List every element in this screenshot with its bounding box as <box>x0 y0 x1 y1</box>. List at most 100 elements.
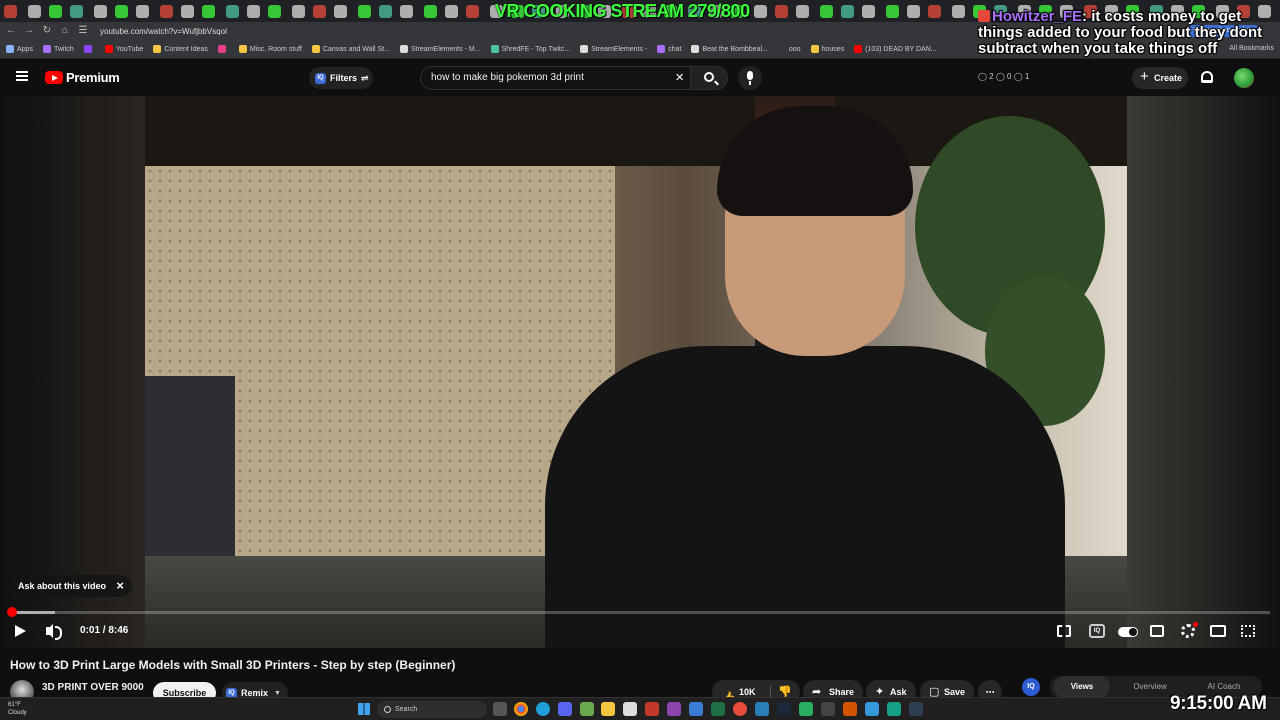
iq-side-icon[interactable]: IQ <box>1022 678 1040 696</box>
bookmark-item[interactable]: StreamElements - <box>580 45 647 53</box>
browser-tab[interactable] <box>862 4 875 18</box>
browser-tab[interactable] <box>70 4 83 18</box>
url-field[interactable]: youtube.com/watch?v=WufjbbVsqoI <box>100 27 227 36</box>
browser-tab[interactable] <box>160 4 173 18</box>
progress-bar[interactable] <box>7 607 1270 617</box>
reload-icon[interactable]: ↻ <box>40 24 54 38</box>
browser-tab[interactable] <box>400 4 413 18</box>
ask-about-video-chip[interactable]: Ask about this video × <box>8 575 133 597</box>
app-icon[interactable] <box>799 702 813 716</box>
youtube-brand[interactable]: Premium <box>66 70 120 85</box>
browser-tab[interactable] <box>952 4 965 18</box>
miniplayer-focus-icon[interactable] <box>1057 625 1071 637</box>
close-icon[interactable]: × <box>116 575 124 597</box>
bookmark-item[interactable]: ShredFE - Top Twitc... <box>490 45 570 53</box>
bookmark-item[interactable]: Twitch <box>42 45 74 53</box>
browser-tab[interactable] <box>136 4 149 18</box>
browser-tab[interactable] <box>181 4 194 18</box>
autoplay-toggle[interactable] <box>1118 627 1138 637</box>
browser-tab[interactable] <box>202 4 215 18</box>
app-icon[interactable] <box>821 702 835 716</box>
account-avatar[interactable] <box>1234 68 1254 88</box>
app-icon[interactable] <box>667 702 681 716</box>
bookmark-item[interactable]: chat <box>657 45 681 53</box>
channel-name[interactable]: 3D PRINT OVER 9000 <box>42 682 144 693</box>
bookmark-item[interactable]: Canvas and Wall St... <box>311 45 390 53</box>
browser-tab[interactable] <box>907 4 920 18</box>
bookmark-item[interactable]: YouTube <box>104 45 143 53</box>
browser-tab[interactable] <box>775 4 788 18</box>
browser-tab[interactable] <box>226 4 239 18</box>
bookmark-item[interactable]: Content Ideas <box>153 45 208 53</box>
browser-tab[interactable] <box>115 4 128 18</box>
app-icon[interactable] <box>843 702 857 716</box>
steam-icon[interactable] <box>777 702 791 716</box>
browser-tab[interactable] <box>754 4 767 18</box>
browser-tab[interactable] <box>292 4 305 18</box>
home-icon[interactable]: ⌂ <box>58 24 72 38</box>
create-button[interactable]: Create <box>1132 66 1188 89</box>
volume-icon[interactable] <box>46 624 62 640</box>
chrome-icon[interactable] <box>514 702 528 716</box>
notifications-bell-icon[interactable] <box>1201 71 1213 83</box>
browser-tab[interactable] <box>928 4 941 18</box>
browser-tab[interactable] <box>334 4 347 18</box>
bookmark-item[interactable] <box>83 45 95 53</box>
browser-tab[interactable] <box>4 4 17 18</box>
browser-tab[interactable] <box>820 4 833 18</box>
search-input[interactable]: how to make big pokemon 3d print × <box>420 66 690 90</box>
browser-tab[interactable] <box>445 4 458 18</box>
video-player[interactable]: Ask about this video × 0:01 / 8:46 IQ <box>0 96 1280 648</box>
discord-icon[interactable] <box>558 702 572 716</box>
file-explorer-icon[interactable] <box>601 702 615 716</box>
browser-tab[interactable] <box>424 4 437 18</box>
bookmark-item[interactable]: ooo <box>777 45 801 53</box>
app-icon[interactable] <box>689 702 703 716</box>
browser-tab[interactable] <box>841 4 854 18</box>
browser-tab[interactable] <box>886 4 899 18</box>
app-icon[interactable] <box>865 702 879 716</box>
bookmark-item[interactable] <box>217 45 229 53</box>
browser-tab[interactable] <box>313 4 326 18</box>
app-icon[interactable] <box>909 702 923 716</box>
captions-icon[interactable] <box>1150 625 1164 637</box>
video-frame[interactable] <box>145 96 1127 648</box>
browser-tab[interactable] <box>247 4 260 18</box>
bookmark-item[interactable]: Beat the Bombbeal... <box>691 45 768 53</box>
youtube-logo-icon[interactable] <box>45 71 63 84</box>
search-button[interactable] <box>690 66 728 90</box>
app-icon[interactable] <box>887 702 901 716</box>
bookmark-item[interactable]: Apps <box>6 45 33 53</box>
app-icon[interactable] <box>733 702 747 716</box>
notes-icon[interactable] <box>623 702 637 716</box>
filters-button[interactable]: IQ Filters ⇌ <box>309 67 373 89</box>
excel-icon[interactable] <box>711 702 725 716</box>
settings-gear-icon[interactable] <box>1181 622 1198 638</box>
theater-mode-icon[interactable] <box>1210 625 1226 637</box>
bookmark-item[interactable]: (103) DEAD BY DAN... <box>854 45 937 53</box>
bookmark-item[interactable]: StreamElements - M... <box>399 45 481 53</box>
browser-tab[interactable] <box>358 4 371 18</box>
site-info-icon[interactable]: ☰ <box>76 24 90 38</box>
forward-icon[interactable]: → <box>22 24 36 38</box>
app-icon[interactable] <box>580 702 594 716</box>
fullscreen-icon[interactable] <box>1241 625 1255 637</box>
play-icon[interactable] <box>15 625 26 637</box>
edge-icon[interactable] <box>536 702 550 716</box>
browser-tab[interactable] <box>796 4 809 18</box>
browser-tab[interactable] <box>28 4 41 18</box>
browser-tab[interactable] <box>379 4 392 18</box>
browser-tab[interactable] <box>466 4 479 18</box>
voice-search-button[interactable] <box>738 66 762 90</box>
menu-icon[interactable] <box>16 71 28 81</box>
browser-tab[interactable] <box>49 4 62 18</box>
app-icon[interactable] <box>755 702 769 716</box>
iq-player-icon[interactable]: IQ <box>1089 624 1105 638</box>
bookmark-item[interactable]: houses <box>810 45 844 53</box>
taskbar-search-input[interactable]: Search <box>377 701 487 718</box>
app-icon[interactable] <box>645 702 659 716</box>
clear-search-icon[interactable]: × <box>675 69 684 86</box>
tab-views[interactable]: Views <box>1054 676 1110 698</box>
browser-tab[interactable] <box>268 4 281 18</box>
back-icon[interactable]: ← <box>4 24 18 38</box>
